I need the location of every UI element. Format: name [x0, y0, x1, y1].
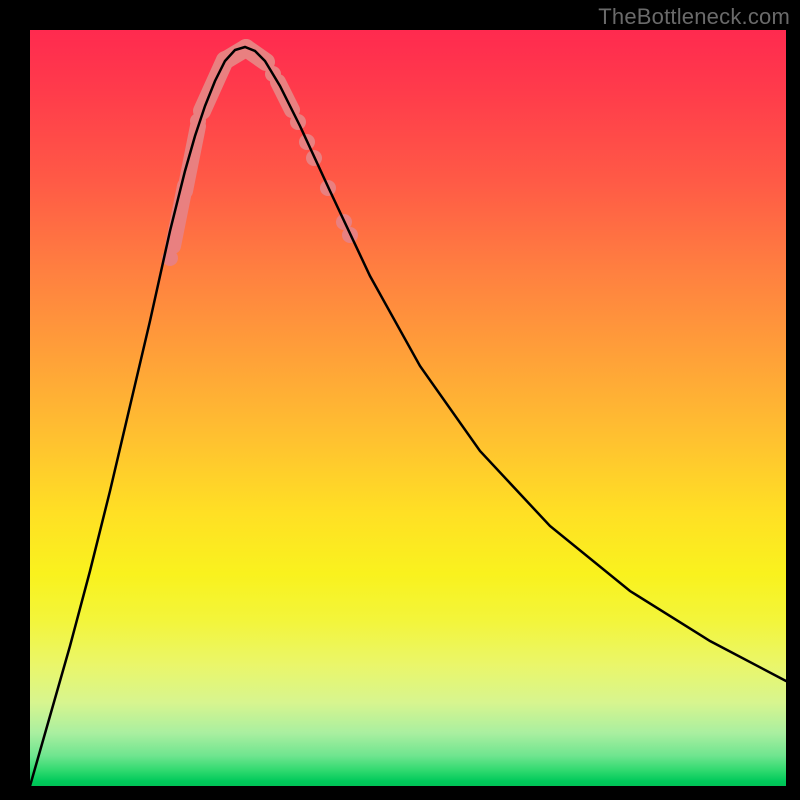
chart-frame: TheBottleneck.com — [0, 0, 800, 800]
chart-svg — [30, 30, 786, 786]
marker-layer — [162, 48, 358, 266]
bottleneck-curve — [30, 47, 786, 786]
plot-area — [30, 30, 786, 786]
watermark-text: TheBottleneck.com — [598, 4, 790, 30]
